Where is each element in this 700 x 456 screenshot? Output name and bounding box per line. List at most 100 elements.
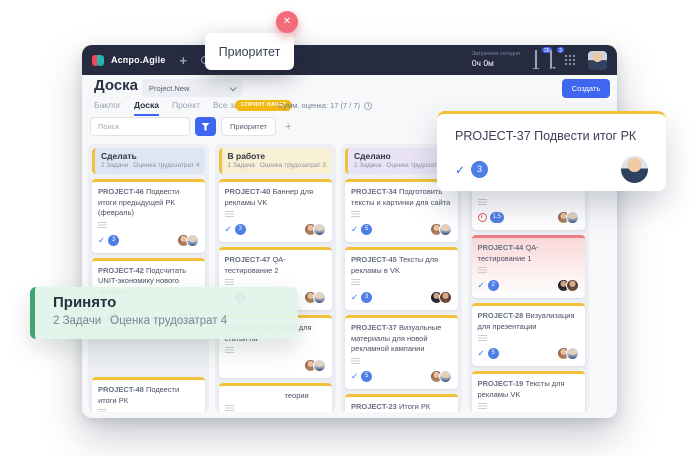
accepted-column-overlay: Принято 2 Задачи Оценка трудозатрат 4 <box>30 287 298 339</box>
column-title: Сделать <box>101 151 199 161</box>
description-icon <box>478 267 487 273</box>
aspro-logo-icon <box>92 54 105 67</box>
column-meta: 2 Задачи Оценка трудозатрат 4 <box>101 162 199 169</box>
task-card[interactable]: PROJECT-19 Тексты для рекламы VK✓5 <box>472 371 585 412</box>
assignee-avatar <box>439 291 452 304</box>
check-icon: ✓ <box>351 292 358 303</box>
task-card[interactable]: PROJECT-40 Баннер для рекламы VK✓3 <box>219 179 332 242</box>
task-card[interactable]: PROJECT-45 Тексты для рекламы в VK ✓3 <box>345 247 458 310</box>
messages-badge: 3 <box>556 46 565 54</box>
assignee-avatars <box>304 223 326 236</box>
tab-project[interactable]: Проект <box>172 100 200 116</box>
assignee-avatars <box>557 211 579 224</box>
story-points-badge: 3 <box>361 292 372 303</box>
description-icon <box>225 279 234 285</box>
task-card-id: PROJECT-19 <box>478 379 524 388</box>
check-icon: ✓ <box>455 163 465 177</box>
task-card[interactable]: PROJECT-28 Визуализация для презентации✓… <box>472 303 585 366</box>
check-icon: ✓ <box>98 235 105 246</box>
project-select[interactable]: Project.New <box>142 79 242 97</box>
task-card[interactable]: PROJECT-44 QA-тестирование 1 ✓2 <box>472 235 585 298</box>
description-icon <box>478 199 487 205</box>
task-card-title: PROJECT-19 Тексты для рекламы VK <box>478 379 579 400</box>
add-icon[interactable]: + <box>180 53 188 68</box>
search-input[interactable] <box>90 117 190 136</box>
task-card-id: PROJECT-47 <box>225 255 271 264</box>
story-points-badge: 2 <box>488 280 499 291</box>
task-card-title: PROJECT-44 QA-тестирование 1 <box>478 243 579 264</box>
assignee-avatar <box>313 291 326 304</box>
story-points-badge: 5 <box>361 224 372 235</box>
task-card-overlay[interactable]: PROJECT-37 Подвести итог РК ✓ 3 <box>437 111 666 191</box>
task-card-id: PROJECT-34 <box>351 187 397 196</box>
assignee-avatars <box>557 279 579 292</box>
task-card-title: PROJECT-48 Подвести итоги РК <box>98 385 199 406</box>
task-card-footer: ✓5 <box>351 370 452 383</box>
tab-backlog[interactable]: Баклог <box>94 100 121 116</box>
create-button[interactable]: Создать <box>562 79 610 98</box>
task-card[interactable]: PROJECT-37 Визуальные материалы для ново… <box>345 315 458 389</box>
notifications-button[interactable]: 26 <box>535 51 537 69</box>
check-icon: ✓ <box>225 224 232 235</box>
check-icon: ✓ <box>351 224 358 235</box>
assignee-avatar <box>313 359 326 372</box>
assignee-avatar <box>439 223 452 236</box>
page: Аспро.Agile + Сп Затрачено сегодня 0ч 0м… <box>0 0 700 456</box>
time-tracked: Затрачено сегодня 0ч 0м <box>472 51 520 69</box>
time-tracked-value: 0ч 0м <box>472 58 520 69</box>
task-card-title: PROJECT-47 QA-тестирование 2 <box>225 255 326 276</box>
add-filter-button[interactable]: + <box>285 121 291 133</box>
task-card-id: PROJECT-40 <box>225 187 271 196</box>
task-card-id: PROJECT-44 <box>478 243 524 252</box>
assignee-avatar <box>313 223 326 236</box>
assignee-avatars <box>557 347 579 360</box>
task-card-title: PROJECT-45 Тексты для рекламы в VK <box>351 255 452 276</box>
project-select-value: Project.New <box>149 84 189 93</box>
column-title: В работе <box>228 151 326 161</box>
tab-board[interactable]: Доска <box>134 100 159 116</box>
sprint-summary: Сумм. оценка: 17 (7 / 7) <box>278 101 372 110</box>
story-points-badge: 3 <box>235 224 246 235</box>
alarm-clock-icon <box>478 213 487 222</box>
task-card[interactable]: PROJECT-48 Подвести итоги РК✓2 <box>92 377 205 412</box>
task-card-text: Итоги РК <box>399 402 430 411</box>
apps-grid-icon[interactable] <box>565 55 575 65</box>
task-card-title: теории <box>225 391 326 402</box>
task-card-footer: ✓5 <box>351 223 452 236</box>
task-card[interactable]: PROJECT-23 Итоги РК✓5 <box>345 394 458 413</box>
time-tracked-label: Затрачено сегодня <box>472 51 520 58</box>
messages-button[interactable]: 3 <box>550 51 552 69</box>
assignee-avatar <box>621 156 648 183</box>
bell-icon <box>535 50 537 68</box>
column-header: В работе1 Задача Оценка трудозатрат 3 <box>219 148 332 174</box>
assignee-avatars <box>430 370 452 383</box>
description-icon <box>98 222 107 228</box>
story-points-badge: 1.5 <box>490 212 504 223</box>
task-card[interactable]: теории✓3 <box>219 383 332 412</box>
assignee-avatar <box>439 370 452 383</box>
filter-button[interactable] <box>195 117 216 136</box>
task-card[interactable]: PROJECT-46 Подвести итоги предыдущей РК … <box>92 179 205 253</box>
story-points-badge: 5 <box>488 348 499 359</box>
description-icon <box>478 403 487 409</box>
task-card-id: PROJECT-45 <box>351 255 397 264</box>
task-card-id: PROJECT-28 <box>478 311 524 320</box>
tooltip-close-button[interactable]: ✕ <box>276 11 298 33</box>
task-card-footer: 1.5 <box>478 211 579 224</box>
check-icon: ✓ <box>351 371 358 382</box>
board-column: Сделать2 Задачи Оценка трудозатрат 4 PROJ… <box>88 144 209 412</box>
description-icon <box>225 405 234 411</box>
check-icon: ✓ <box>478 348 485 359</box>
timer-icon <box>364 102 372 110</box>
task-card-text: теории <box>225 391 309 400</box>
task-card-footer: ✓2 <box>478 279 579 292</box>
description-icon <box>98 409 107 412</box>
assignee-avatar <box>566 211 579 224</box>
task-card-id: PROJECT-23 <box>351 402 397 411</box>
story-points-badge: 3 <box>108 235 119 246</box>
board-column: В работе1 Задача Оценка трудозатрат 3 PRO… <box>215 144 336 412</box>
assignee-avatar <box>186 234 199 247</box>
user-avatar[interactable] <box>588 51 607 70</box>
description-icon <box>351 279 360 285</box>
priority-filter-chip[interactable]: Приоритет <box>221 117 276 136</box>
